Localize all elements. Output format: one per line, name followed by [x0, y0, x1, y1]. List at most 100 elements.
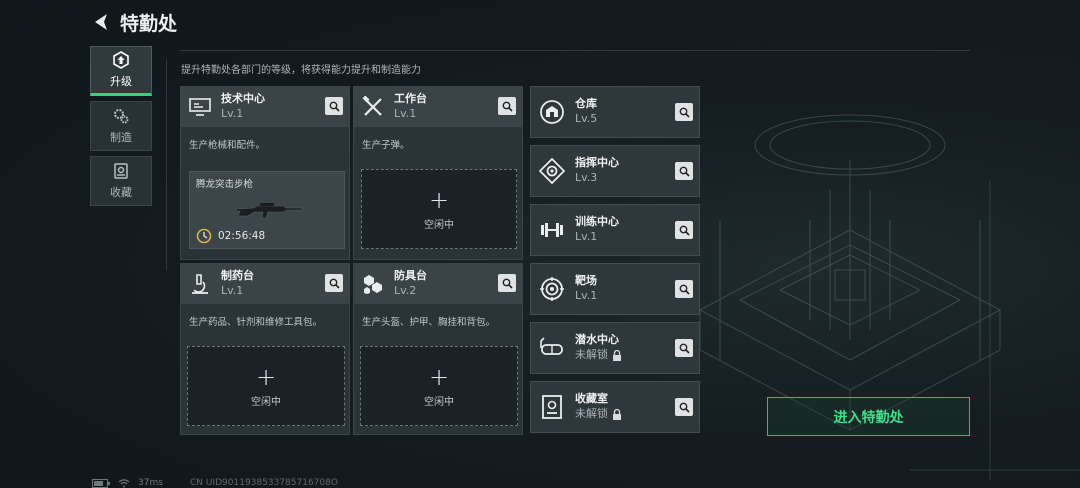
- department-command-center[interactable]: 指挥中心 Lv.3: [530, 145, 700, 197]
- station-description: 生产子弹。: [362, 140, 410, 151]
- ping-value: 37ms: [138, 478, 163, 488]
- station-tech-center[interactable]: 技术中心 Lv.1 生产枪械和配件。 腾龙突击步枪 02:56:48: [180, 86, 350, 260]
- station-level: Lv.1: [221, 107, 244, 120]
- department-level: Lv.5: [575, 112, 598, 125]
- search-button[interactable]: [675, 103, 693, 121]
- page-subtitle: 提升特勤处各部门的等级，将获得能力提升和制造能力: [181, 65, 421, 76]
- empty-production-slot[interactable]: + 空闲中: [361, 169, 517, 249]
- plus-icon: +: [428, 185, 450, 214]
- search-icon: [502, 101, 513, 112]
- lock-icon: [613, 349, 621, 361]
- station-level: Lv.1: [221, 284, 244, 297]
- page-title: 特勤处: [120, 12, 178, 35]
- search-icon: [679, 107, 690, 118]
- enter-base-button[interactable]: 进入特勤处: [767, 397, 970, 436]
- department-name: 指挥中心: [575, 156, 619, 169]
- department-name: 仓库: [575, 97, 597, 110]
- department-warehouse[interactable]: 仓库 Lv.5: [530, 86, 700, 138]
- department-level: Lv.1: [575, 289, 598, 302]
- page-header: 特勤处: [90, 8, 177, 36]
- plus-icon: +: [255, 362, 277, 391]
- target-icon: [537, 274, 567, 304]
- search-icon: [329, 101, 340, 112]
- search-button[interactable]: [498, 97, 516, 115]
- department-name: 靶场: [575, 274, 597, 287]
- tab-upgrade[interactable]: 升级: [90, 46, 152, 96]
- search-button[interactable]: [675, 221, 693, 239]
- station-header: 技术中心 Lv.1: [181, 87, 349, 127]
- tab-craft[interactable]: 制造: [90, 101, 152, 151]
- idle-label: 空闲中: [424, 219, 454, 231]
- department-level: Lv.3: [575, 171, 598, 184]
- timer-value: 02:56:48: [218, 230, 266, 242]
- command-center-icon: [537, 156, 567, 186]
- search-icon: [679, 402, 690, 413]
- station-header: 工作台 Lv.1: [354, 87, 522, 127]
- gears-icon: [114, 109, 129, 124]
- station-name: 技术中心: [221, 92, 265, 105]
- production-item-name: 腾龙突击步枪: [196, 179, 254, 190]
- back-arrow-icon: [95, 14, 107, 30]
- divider: [180, 50, 970, 51]
- collection-room-icon: [537, 392, 567, 422]
- search-button[interactable]: [675, 280, 693, 298]
- rifle-icon: [235, 203, 303, 219]
- tab-collection-label: 收藏: [110, 186, 132, 199]
- production-slot[interactable]: 腾龙突击步枪 02:56:48: [189, 171, 345, 249]
- search-button[interactable]: [675, 398, 693, 416]
- station-level: Lv.1: [394, 107, 417, 120]
- station-name: 工作台: [394, 92, 427, 105]
- station-description: 生产药品、针剂和维修工具包。: [189, 317, 323, 328]
- status-bar: 37ms: [92, 478, 163, 488]
- idle-label: 空闲中: [251, 396, 281, 408]
- department-name: 训练中心: [575, 215, 619, 228]
- station-description: 生产头盔、护甲、胸挂和背包。: [362, 317, 496, 328]
- user-uid: CN UID9011938533785716708O: [190, 478, 338, 488]
- department-level: Lv.1: [575, 230, 598, 243]
- station-header: 防具台 Lv.2: [354, 264, 522, 304]
- empty-production-slot[interactable]: + 空闲中: [187, 346, 345, 426]
- search-button[interactable]: [498, 274, 516, 292]
- department-training-center[interactable]: 训练中心 Lv.1: [530, 204, 700, 256]
- search-button[interactable]: [675, 339, 693, 357]
- divider: [166, 60, 167, 270]
- department-diving-center[interactable]: 潜水中心 未解锁: [530, 322, 700, 374]
- plus-icon: +: [428, 362, 450, 391]
- warehouse-icon: [537, 97, 567, 127]
- department-status: 未解锁: [575, 347, 622, 363]
- wifi-icon: [118, 478, 130, 487]
- station-workbench[interactable]: 工作台 Lv.1 生产子弹。 + 空闲中: [353, 86, 523, 260]
- station-level: Lv.2: [394, 284, 417, 297]
- search-icon: [679, 343, 690, 354]
- search-icon: [679, 225, 690, 236]
- armor-cubes-icon: [360, 271, 386, 297]
- station-name: 防具台: [394, 269, 427, 282]
- station-armor[interactable]: 防具台 Lv.2 生产头盔、护甲、胸挂和背包。 + 空闲中: [353, 263, 523, 435]
- locked-label: 未解锁: [575, 407, 608, 420]
- search-icon: [329, 278, 340, 289]
- department-name: 收藏室: [575, 392, 608, 405]
- clock-icon: [196, 228, 212, 244]
- battery-icon: [92, 478, 110, 488]
- empty-production-slot[interactable]: + 空闲中: [360, 346, 518, 426]
- locked-label: 未解锁: [575, 348, 608, 361]
- tab-collection[interactable]: 收藏: [90, 156, 152, 206]
- station-name: 制药台: [221, 269, 254, 282]
- search-icon: [679, 284, 690, 295]
- search-button[interactable]: [325, 97, 343, 115]
- station-header: 制药台 Lv.1: [181, 264, 349, 304]
- collection-icon: [114, 163, 128, 179]
- search-icon: [679, 166, 690, 177]
- tab-upgrade-label: 升级: [110, 75, 132, 88]
- search-button[interactable]: [325, 274, 343, 292]
- hammer-wrench-icon: [360, 94, 386, 120]
- upgrade-icon: [113, 51, 129, 69]
- station-pharmacy[interactable]: 制药台 Lv.1 生产药品、针剂和维修工具包。 + 空闲中: [180, 263, 350, 435]
- back-button[interactable]: [90, 10, 114, 34]
- department-shooting-range[interactable]: 靶场 Lv.1: [530, 263, 700, 315]
- microscope-icon: [187, 271, 213, 297]
- department-collection-room[interactable]: 收藏室 未解锁: [530, 381, 700, 433]
- search-button[interactable]: [675, 162, 693, 180]
- department-status: 未解锁: [575, 406, 622, 422]
- computer-icon: [187, 94, 213, 120]
